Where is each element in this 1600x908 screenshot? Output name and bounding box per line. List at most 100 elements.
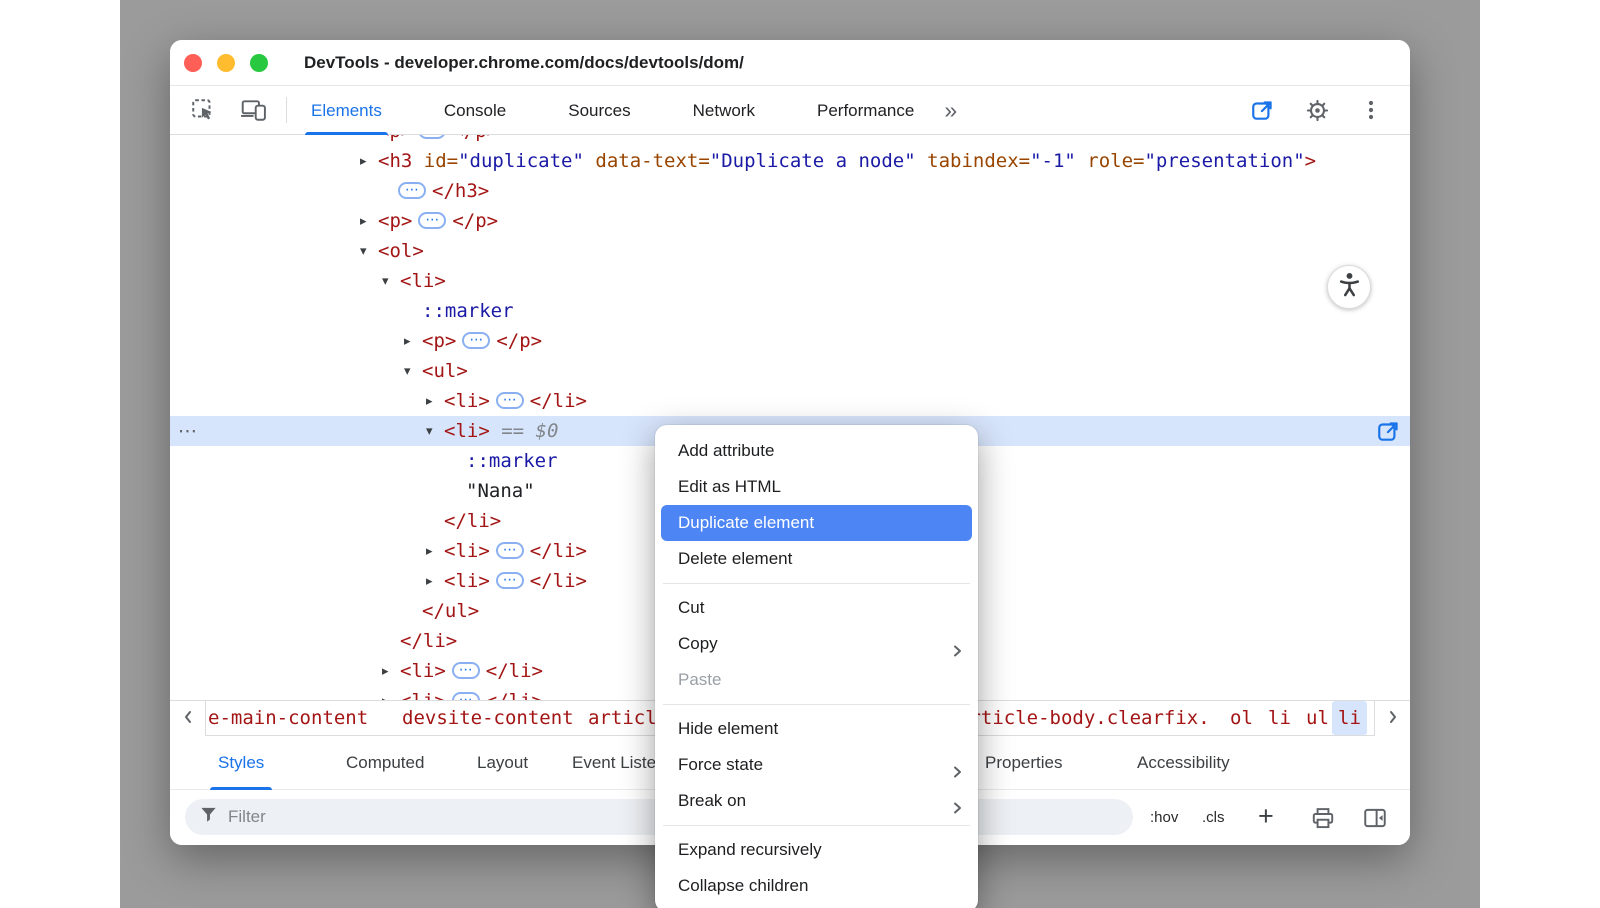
code-token: <ol> (378, 240, 424, 262)
zoom-button[interactable] (250, 54, 268, 72)
inline-expand-icon[interactable]: ⋯ (496, 572, 524, 589)
breadcrumb-item[interactable]: ul (1306, 701, 1329, 735)
expand-arrow-icon[interactable]: ▸ (382, 687, 400, 701)
inline-expand-icon[interactable]: ⋯ (418, 212, 446, 229)
tree-row[interactable]: ▸<li>⋯</li> (170, 386, 1410, 416)
menu-item-copy[interactable]: Copy (661, 626, 972, 662)
pseudo-state-toggle[interactable]: :hov (1150, 791, 1178, 845)
menu-item-break-on[interactable]: Break on (661, 783, 972, 819)
more-tabs-icon[interactable]: » (944, 87, 957, 133)
menu-item-hide-element[interactable]: Hide element (661, 711, 972, 747)
accessibility-button[interactable] (1327, 265, 1371, 309)
menu-item-add-attribute[interactable]: Add attribute (661, 433, 972, 469)
inline-expand-icon[interactable]: ⋯ (398, 182, 426, 199)
chevron-left-icon (182, 708, 194, 730)
inline-expand-icon[interactable]: ⋯ (418, 135, 446, 139)
tab-layout[interactable]: Layout (477, 736, 528, 790)
menu-item-edit-as-html[interactable]: Edit as HTML (661, 469, 972, 505)
expand-arrow-icon[interactable]: ▸ (426, 537, 444, 567)
inline-expand-icon[interactable]: ⋯ (496, 392, 524, 409)
square-arrow-icon[interactable] (1250, 97, 1276, 123)
menu-item-expand-recursively[interactable]: Expand recursively (661, 832, 972, 868)
tree-row[interactable]: ▸<p>⋯</p> (170, 326, 1410, 356)
tree-row[interactable]: ⋯ </h3> (170, 176, 1410, 206)
tab-elements[interactable]: Elements (311, 86, 382, 135)
tree-row[interactable]: ▾<ul> (170, 356, 1410, 386)
menu-item-collapse-children[interactable]: Collapse children (661, 868, 972, 904)
collapse-arrow-icon[interactable]: ▾ (426, 417, 444, 447)
expand-arrow-icon[interactable]: ▸ (426, 387, 444, 417)
breadcrumb-item[interactable]: e-main-content (208, 701, 368, 735)
menu-item-cut[interactable]: Cut (661, 590, 972, 626)
code-token: <li> (444, 420, 490, 442)
stage: DevTools - developer.chrome.com/docs/dev… (0, 0, 1600, 908)
tab-network[interactable]: Network (693, 86, 755, 135)
tab-properties[interactable]: Properties (985, 736, 1062, 790)
expand-arrow-icon[interactable]: ▸ (382, 657, 400, 687)
code-token: data-text= (584, 150, 710, 172)
collapse-arrow-icon[interactable]: ▾ (360, 237, 378, 267)
code-token: id= (412, 150, 458, 172)
code-token: <li> (400, 270, 446, 292)
gear-icon[interactable] (1304, 97, 1330, 123)
expand-arrow-icon[interactable]: ▸ (426, 567, 444, 597)
breadcrumb-scroll-right[interactable] (1374, 701, 1410, 736)
inline-expand-icon[interactable]: ⋯ (452, 662, 480, 679)
tree-row[interactable]: ▾<ol> (170, 236, 1410, 266)
tree-row[interactable]: ▸<p>⋯</p> (170, 206, 1410, 236)
expand-arrow-icon[interactable]: ▸ (360, 207, 378, 237)
tree-row[interactable]: ::marker (170, 296, 1410, 326)
submenu-chevron-icon (952, 793, 962, 809)
code-token: </p> (452, 135, 498, 142)
breadcrumb-item[interactable]: devsite-content (402, 701, 574, 735)
tab-sources[interactable]: Sources (568, 86, 630, 135)
main-toolbar: Elements Console Sources Network Performance… (170, 86, 1410, 135)
tree-row[interactable]: <p>⋯</p> (170, 135, 1410, 146)
close-button[interactable] (184, 54, 202, 72)
breadcrumb-item[interactable]: ol (1230, 701, 1253, 735)
printer-icon[interactable] (1310, 805, 1336, 831)
expand-arrow-icon[interactable]: ▸ (404, 327, 422, 357)
breadcrumb-item[interactable]: li (1268, 701, 1291, 735)
collapse-arrow-icon[interactable]: ▾ (382, 267, 400, 297)
device-toolbar-icon[interactable] (240, 97, 266, 123)
square-arrow-icon[interactable] (1376, 418, 1402, 444)
new-style-rule-button[interactable]: + (1258, 791, 1274, 841)
code-token: </h3> (432, 180, 489, 202)
minimize-button[interactable] (217, 54, 235, 72)
code-token: <li> (444, 540, 490, 562)
menu-item-delete-element[interactable]: Delete element (661, 541, 972, 577)
menu-separator (663, 583, 970, 584)
tab-console[interactable]: Console (444, 86, 506, 135)
code-token: > (1305, 150, 1316, 172)
breadcrumb-item-selected[interactable]: li (1332, 701, 1367, 735)
kebab-menu-icon[interactable] (1358, 97, 1384, 123)
sidebar-toggle-icon[interactable] (1362, 805, 1388, 831)
tree-row[interactable]: ▸<h3 id="duplicate" data-text="Duplicate… (170, 146, 1410, 176)
collapse-arrow-icon[interactable]: ▾ (404, 357, 422, 387)
main-tabs: Elements Console Sources Network Performance (311, 86, 914, 135)
expand-arrow-icon[interactable]: ▸ (360, 147, 378, 177)
tab-computed[interactable]: Computed (346, 736, 424, 790)
tab-styles[interactable]: Styles (218, 736, 264, 790)
class-toggle[interactable]: .cls (1202, 791, 1225, 845)
code-token: </li> (486, 690, 543, 700)
menu-item-force-state[interactable]: Force state (661, 747, 972, 783)
row-options-icon[interactable]: ⋯ (178, 416, 197, 446)
code-token: <li> (444, 390, 490, 412)
code-token: </p> (452, 210, 498, 232)
menu-separator (663, 704, 970, 705)
tab-accessibility[interactable]: Accessibility (1137, 736, 1230, 790)
inspect-icon[interactable] (190, 97, 216, 123)
tree-row[interactable]: ▾<li> (170, 266, 1410, 296)
inline-expand-icon[interactable]: ⋯ (496, 542, 524, 559)
breadcrumb-scroll-left[interactable] (170, 701, 206, 736)
menu-item-duplicate-element[interactable]: Duplicate element (661, 505, 972, 541)
tab-performance[interactable]: Performance (817, 86, 914, 135)
funnel-icon (199, 805, 218, 829)
breadcrumb-item[interactable]: article-body.clearfix. (958, 701, 1210, 735)
inline-expand-icon[interactable]: ⋯ (462, 332, 490, 349)
code-token: == (490, 420, 536, 442)
code-token: ::marker (466, 450, 558, 472)
inline-expand-icon[interactable]: ⋯ (452, 692, 480, 701)
